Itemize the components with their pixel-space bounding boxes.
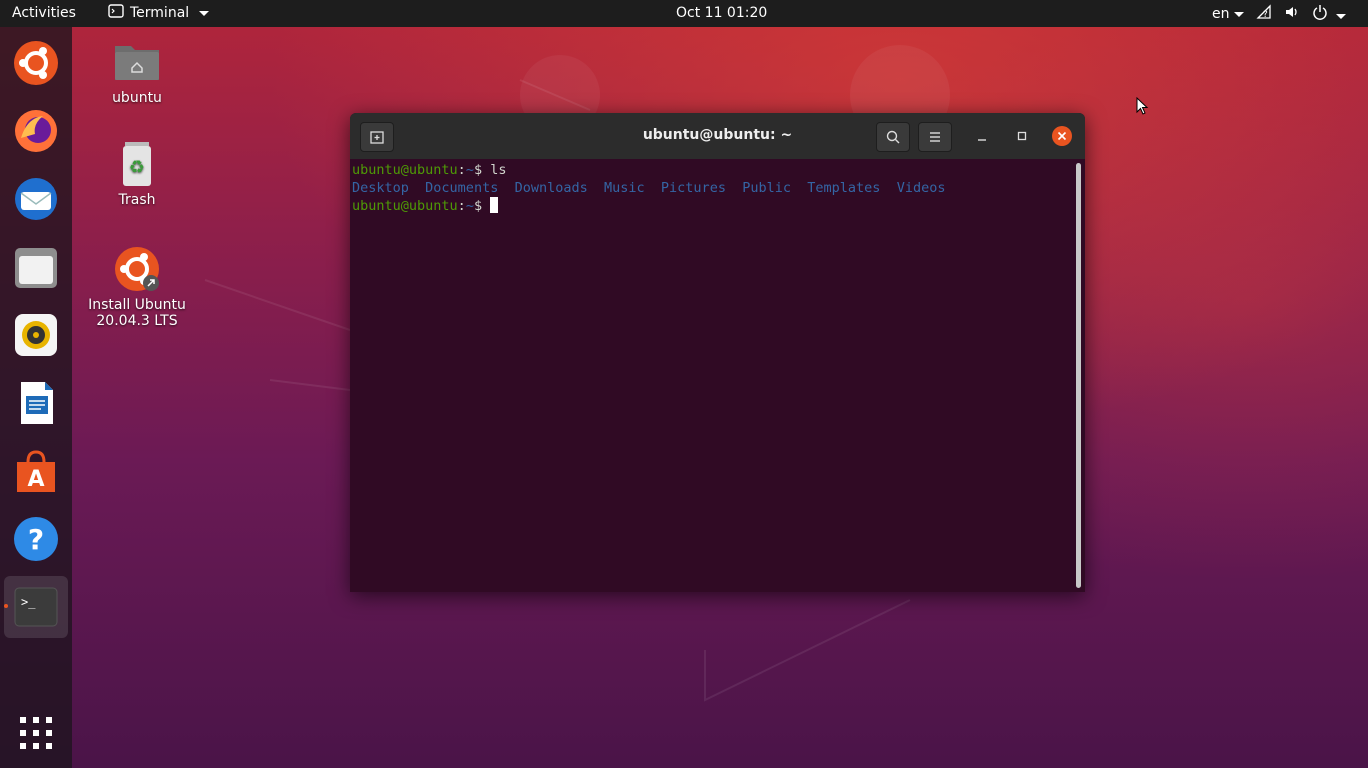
dir-entry: Pictures xyxy=(660,180,726,196)
ubuntu-software-icon[interactable]: A xyxy=(12,447,60,495)
maximize-button[interactable] xyxy=(1006,122,1038,150)
minimize-button[interactable] xyxy=(966,122,998,150)
ls-output: Desktop Documents Downloads Music Pictur… xyxy=(352,179,1072,197)
svg-text:?: ? xyxy=(28,523,44,556)
dir-entry: Templates xyxy=(807,180,881,196)
prompt-path: ~ xyxy=(465,198,474,214)
terminal-line: ubuntu@ubuntu:~$ ls xyxy=(352,162,507,178)
desktop-icon-label: Install Ubuntu 20.04.3 LTS xyxy=(88,297,186,329)
minimize-icon xyxy=(978,139,986,141)
scrollbar[interactable] xyxy=(1076,163,1081,588)
activities-button[interactable]: Activities xyxy=(12,5,76,21)
terminal-header-bar[interactable]: ubuntu@ubuntu: ~ xyxy=(350,113,1085,159)
app-menu[interactable]: Terminal xyxy=(108,4,210,22)
help-icon[interactable]: ? xyxy=(12,515,60,563)
app-grid-icon[interactable] xyxy=(12,709,60,757)
terminal-icon[interactable]: >_ xyxy=(12,583,60,631)
desktop-icon-home[interactable]: ubuntu xyxy=(82,38,192,106)
close-button[interactable] xyxy=(1046,122,1078,150)
mouse-pointer-icon xyxy=(1136,97,1149,115)
network-icon[interactable]: ? xyxy=(1255,4,1272,24)
svg-text:>_: >_ xyxy=(21,595,36,609)
command-text: ls xyxy=(490,162,507,178)
power-icon[interactable] xyxy=(1312,4,1346,24)
svg-text:?: ? xyxy=(1263,10,1268,20)
terminal-line: ubuntu@ubuntu:~$ xyxy=(352,197,1072,215)
dir-entry: Desktop xyxy=(352,180,409,196)
close-icon xyxy=(1052,126,1072,146)
firefox-icon[interactable] xyxy=(12,107,60,155)
app-menu-label: Terminal xyxy=(130,5,190,21)
installer-icon xyxy=(113,245,161,293)
running-indicator xyxy=(4,604,8,608)
prompt-user: ubuntu@ubuntu xyxy=(352,162,458,178)
language-indicator[interactable]: en xyxy=(1212,6,1244,22)
desktop-icon-install-ubuntu[interactable]: Install Ubuntu 20.04.3 LTS xyxy=(82,245,192,329)
libreoffice-writer-icon[interactable] xyxy=(12,379,60,427)
hamburger-menu-icon xyxy=(930,132,940,142)
volume-icon[interactable] xyxy=(1284,4,1300,24)
terminal-output[interactable]: ubuntu@ubuntu:~$ ls Desktop Documents Do… xyxy=(352,161,1072,215)
dock: A ? >_ xyxy=(0,27,72,768)
trash-icon: ♻ xyxy=(113,140,161,188)
dir-entry: Documents xyxy=(425,180,499,196)
clock[interactable]: Oct 11 01:20 xyxy=(676,5,767,21)
chevron-down-icon xyxy=(1336,13,1346,19)
thunderbird-icon[interactable] xyxy=(12,175,60,223)
search-button[interactable] xyxy=(876,122,910,152)
dir-entry: Videos xyxy=(896,180,946,196)
dir-entry: Public xyxy=(742,180,791,196)
search-icon xyxy=(886,130,900,144)
terminal-small-icon xyxy=(108,4,124,22)
ubuntu-installer-icon[interactable] xyxy=(12,39,60,87)
home-folder-icon xyxy=(113,38,161,86)
svg-text:A: A xyxy=(27,467,44,492)
files-icon[interactable] xyxy=(12,243,60,291)
desktop-icon-trash[interactable]: ♻ Trash xyxy=(82,140,192,208)
menu-button[interactable] xyxy=(918,122,952,152)
chevron-down-icon xyxy=(1233,11,1244,17)
text-cursor xyxy=(490,197,499,213)
prompt-user: ubuntu@ubuntu xyxy=(352,198,458,214)
svg-text:♻: ♻ xyxy=(129,157,145,178)
top-bar: Activities Terminal Oct 11 01:20 en ? xyxy=(0,0,1368,27)
prompt-path: ~ xyxy=(465,162,474,178)
desktop-icon-label: Trash xyxy=(118,192,156,208)
terminal-window[interactable]: ubuntu@ubuntu: ~ ubuntu@ubuntu:~$ ls Des… xyxy=(350,113,1085,592)
chevron-down-icon xyxy=(199,10,210,16)
desktop-icon-label: ubuntu xyxy=(112,90,162,106)
dir-entry: Downloads xyxy=(514,180,588,196)
maximize-icon xyxy=(1017,131,1027,141)
dir-entry: Music xyxy=(604,180,645,196)
rhythmbox-icon[interactable] xyxy=(12,311,60,359)
